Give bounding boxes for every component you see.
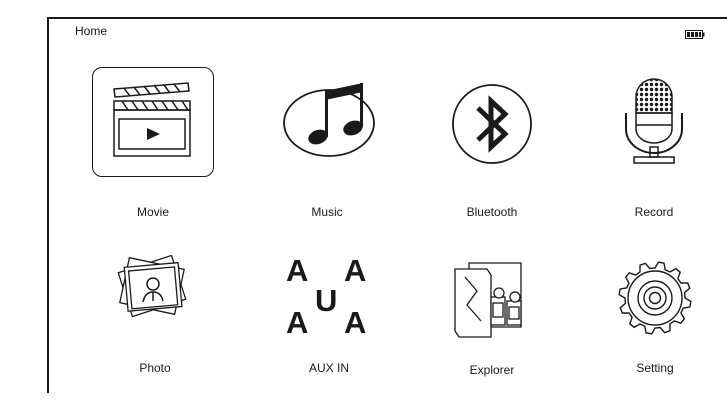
- menu-item-record[interactable]: Record: [589, 67, 719, 219]
- menu-item-label: Explorer: [469, 363, 515, 377]
- gear-icon: [618, 261, 692, 335]
- page-title: Home: [75, 24, 108, 38]
- menu-item-label: Photo: [139, 361, 171, 375]
- menu-item-explorer[interactable]: Explorer: [427, 253, 557, 403]
- menu-item-bluetooth[interactable]: Bluetooth: [427, 67, 557, 219]
- aux-glyph: U: [315, 283, 338, 318]
- music-notes-icon: [283, 83, 375, 157]
- menu-item-label: AUX IN: [308, 361, 349, 375]
- aux-glyph: A: [286, 253, 309, 288]
- clapperboard-icon: [113, 82, 191, 157]
- folder-explorer-icon: [454, 262, 522, 338]
- aux-glyph: A: [286, 305, 309, 340]
- menu-item-music[interactable]: Music: [262, 67, 392, 219]
- menu-item-photo[interactable]: Photo: [90, 253, 220, 403]
- menu-item-label: Movie: [136, 205, 169, 219]
- microphone-icon: [625, 78, 683, 164]
- aux-letters-icon: A A U A A: [286, 255, 372, 341]
- bluetooth-icon: [452, 84, 532, 164]
- menu-item-aux[interactable]: A A U A A AUX IN: [264, 253, 394, 403]
- aux-glyph: A: [344, 305, 367, 340]
- menu-item-label: Setting: [636, 361, 674, 375]
- menu-item-setting[interactable]: Setting: [590, 253, 720, 403]
- menu-item-label: Bluetooth: [466, 205, 518, 219]
- battery-full-icon: [685, 30, 705, 39]
- menu-item-movie[interactable]: Movie: [72, 67, 234, 219]
- menu-item-label: Record: [634, 205, 674, 219]
- photo-stack-icon: [117, 255, 187, 318]
- aux-glyph: A: [344, 253, 367, 288]
- menu-item-label: Music: [311, 205, 343, 219]
